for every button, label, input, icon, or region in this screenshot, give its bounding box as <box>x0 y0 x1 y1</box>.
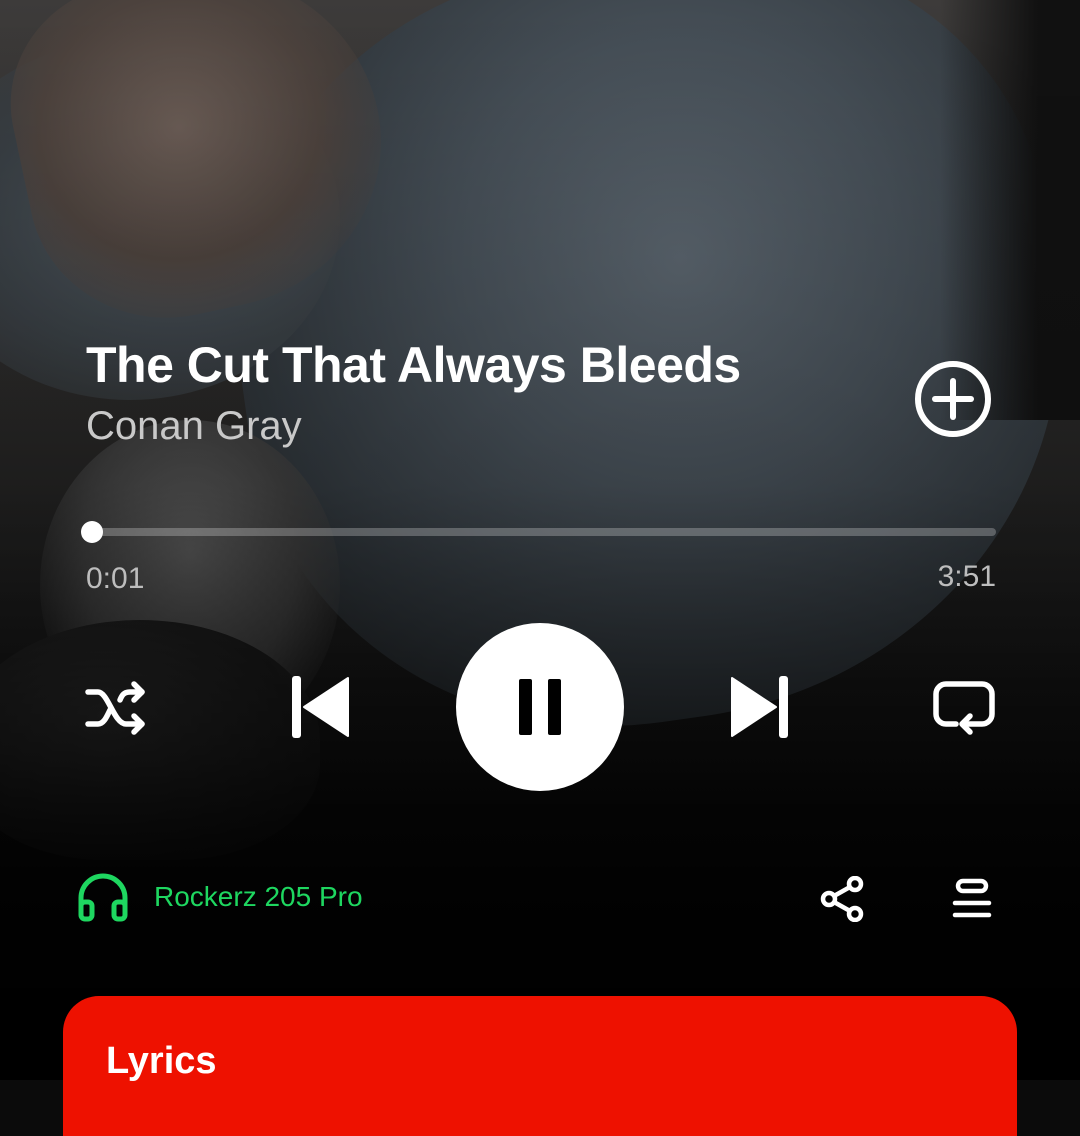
plus-circle-icon <box>915 361 991 437</box>
lyrics-card[interactable]: Lyrics <box>63 996 1017 1136</box>
shuffle-icon <box>85 681 145 735</box>
device-name: Rockerz 205 Pro <box>154 881 363 912</box>
skip-previous-icon <box>292 676 349 738</box>
headphones-icon <box>78 873 128 922</box>
shuffle-button[interactable] <box>84 678 148 738</box>
skip-next-icon <box>731 676 788 738</box>
total-duration: 3:51 <box>937 560 996 593</box>
add-to-library-button[interactable] <box>914 360 992 438</box>
lyrics-title: Lyrics <box>106 1040 217 1082</box>
track-title[interactable]: The Cut That Always Bleeds <box>86 336 741 394</box>
queue-button[interactable] <box>952 878 992 920</box>
track-artist[interactable]: Conan Gray <box>86 404 302 449</box>
share-button[interactable] <box>820 875 864 923</box>
repeat-icon <box>933 681 995 735</box>
repeat-button[interactable] <box>932 678 996 738</box>
next-track-button[interactable] <box>730 674 790 740</box>
queue-icon <box>952 878 992 918</box>
share-icon <box>820 875 864 923</box>
progress-bar[interactable] <box>80 521 996 543</box>
previous-track-button[interactable] <box>290 674 350 740</box>
pause-icon <box>519 679 561 735</box>
elapsed-time: 0:01 <box>86 562 145 595</box>
pause-button[interactable] <box>456 623 624 791</box>
connected-device-button[interactable]: Rockerz 205 Pro <box>76 872 363 922</box>
progress-handle[interactable] <box>80 521 103 543</box>
